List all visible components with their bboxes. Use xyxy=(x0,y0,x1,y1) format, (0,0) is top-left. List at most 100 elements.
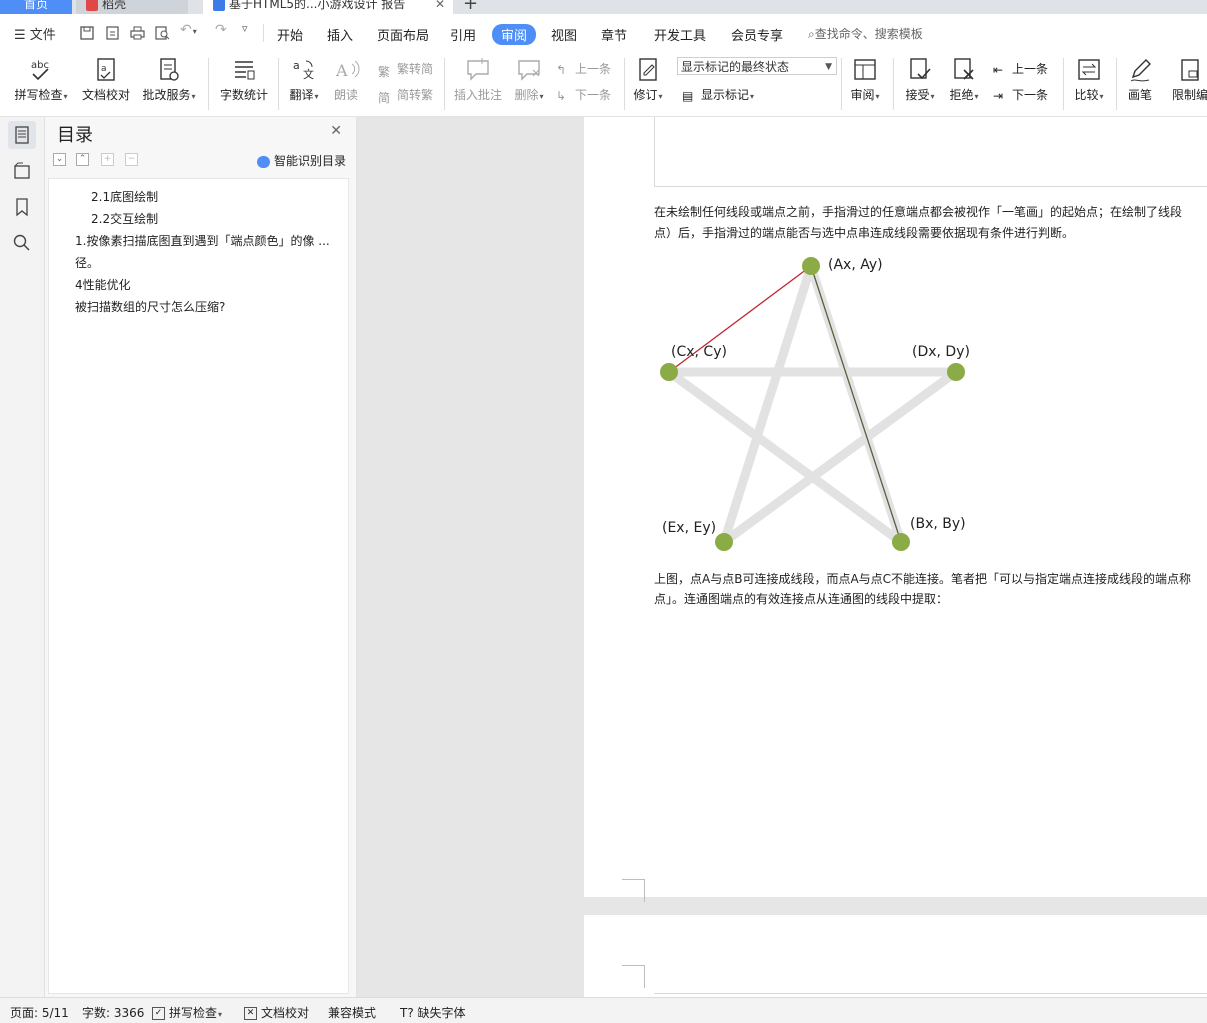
next-change-button[interactable]: ⇥ 下一条 xyxy=(993,86,1048,103)
status-bar: 页面: 5/11 字数: 3366 ✓ 拼写检查▾ ✕ 文档校对 兼容模式 T? 缺… xyxy=(0,997,1207,1023)
file-menu-button[interactable]: ☰ 文件 xyxy=(14,24,56,43)
translate-button[interactable]: a文 翻译▾ xyxy=(284,52,324,103)
word-count-label: 字数统计 xyxy=(219,88,268,102)
customize-quick-access-icon[interactable]: ▿ xyxy=(242,22,248,35)
hamburger-icon: ☰ xyxy=(14,28,26,43)
missing-font-indicator[interactable]: T? 缺失字体 xyxy=(400,1004,466,1021)
review-pane-icon xyxy=(854,59,876,80)
paragraph-line: 点）后，手指滑过的端点能否与选中点串连成线段需要依据现有条件进行判断。 xyxy=(654,226,1075,240)
spell-check-status-icon: ✓ xyxy=(152,1007,165,1020)
redo-icon[interactable]: ↷ xyxy=(215,22,227,38)
word-count-indicator[interactable]: 字数: 3366 xyxy=(82,1004,144,1021)
pen-label: 画笔 xyxy=(1127,88,1152,102)
smart-toc-button[interactable]: 智能识别目录 xyxy=(256,152,346,169)
status-proofread-label: 文档校对 xyxy=(261,1006,310,1020)
tab-insert[interactable]: 插入 xyxy=(327,25,353,44)
toc-item[interactable]: 1.按像素扫描底图直到遇到「端点颜色」的像 ... xyxy=(75,232,330,249)
status-spell-check[interactable]: ✓ 拼写检查▾ xyxy=(152,1004,222,1021)
file-menu-label: 文件 xyxy=(29,28,56,43)
tab-member[interactable]: 会员专享 xyxy=(731,25,783,44)
read-aloud-button[interactable]: A 朗读 xyxy=(328,52,364,103)
ribbon-divider xyxy=(208,58,209,110)
page-indicator[interactable]: 页面: 5/11 xyxy=(10,1004,69,1021)
previous-figure-frame xyxy=(654,117,1207,187)
add-level-icon[interactable]: + xyxy=(101,153,114,166)
review-pane-button[interactable]: 审阅▾ xyxy=(847,52,883,103)
export-pdf-icon[interactable] xyxy=(105,26,120,40)
review-service-button[interactable]: 批改服务▾ xyxy=(139,52,199,103)
trad-simp-icon: 繁 xyxy=(378,64,391,79)
new-tab-button[interactable]: + xyxy=(463,0,478,14)
markup-state-select[interactable]: 显示标记的最终状态 ▼ xyxy=(677,57,837,75)
tab-home[interactable]: 首页 xyxy=(0,0,72,14)
pen-button[interactable]: 画笔 xyxy=(1123,52,1157,103)
close-tab-icon[interactable]: ✕ xyxy=(435,0,445,14)
restrict-editing-button[interactable]: 限制编 xyxy=(1170,52,1207,103)
previous-comment-icon: ↰ xyxy=(556,62,567,77)
bookmark-icon[interactable] xyxy=(12,197,32,217)
tab-document[interactable]: 基于HTML5的...小游戏设计 报告 ✕ xyxy=(203,0,453,14)
command-search[interactable]: ⌕查找命令、搜索模板 xyxy=(808,25,923,42)
toc-item[interactable]: 2.1底图绘制 xyxy=(91,188,158,205)
show-markup-button[interactable]: ▤ 显示标记▾ xyxy=(682,86,754,103)
tab-developer[interactable]: 开发工具 xyxy=(654,25,706,44)
daoke-icon xyxy=(86,0,98,11)
trad-to-simp-button[interactable]: 繁繁转简 xyxy=(378,60,433,79)
compatibility-mode[interactable]: 兼容模式 xyxy=(328,1004,376,1021)
tab-chapter[interactable]: 章节 xyxy=(601,25,627,44)
compare-button[interactable]: 比较▾ xyxy=(1070,52,1108,103)
save-icon[interactable] xyxy=(80,26,94,40)
tab-start[interactable]: 开始 xyxy=(277,25,303,44)
toc-item[interactable]: 2.2交互绘制 xyxy=(91,210,158,227)
proofread-icon: a xyxy=(97,58,115,81)
accept-icon xyxy=(910,58,931,80)
remove-level-icon[interactable]: − xyxy=(125,153,138,166)
toc-icon[interactable] xyxy=(8,121,36,149)
restrict-editing-label: 限制编 xyxy=(1171,88,1207,102)
toc-item[interactable]: 被扫描数组的尺寸怎么压缩? xyxy=(75,298,225,315)
previous-comment-button[interactable]: ↰ 上一条 xyxy=(556,60,611,77)
undo-icon[interactable]: ↶▾ xyxy=(180,22,197,38)
tab-review[interactable]: 审阅 xyxy=(492,24,537,45)
insert-comment-button[interactable]: 插入批注 xyxy=(452,52,504,103)
document-page[interactable] xyxy=(584,915,1207,997)
diagram-arrow-line xyxy=(810,265,902,543)
chevron-down-icon: ▼ xyxy=(825,62,832,72)
review-pane-label: 审阅 xyxy=(850,88,875,102)
smart-robot-icon xyxy=(256,155,270,168)
document-proofread-button[interactable]: a 文档校对 xyxy=(78,52,134,103)
word-count-button[interactable]: 字数统计 xyxy=(216,52,272,103)
tab-document-label: 基于HTML5的...小游戏设计 报告 xyxy=(229,0,406,11)
close-icon[interactable]: ✕ xyxy=(330,123,342,139)
tab-references[interactable]: 引用 xyxy=(450,25,476,44)
tab-daoke[interactable]: 稻壳 xyxy=(76,0,188,14)
tab-view[interactable]: 视图 xyxy=(551,25,577,44)
track-changes-button[interactable]: 修订▾ xyxy=(630,52,666,103)
document-canvas[interactable]: 在未绘制任何线段或端点之前，手指滑过的任意端点都会被视作「一笔画」的起始点；在绘… xyxy=(357,117,1207,997)
chapter-nav-icon[interactable] xyxy=(12,161,32,181)
search-icon[interactable] xyxy=(12,233,32,253)
spell-check-button[interactable]: abc 拼写检查▾ xyxy=(10,52,72,103)
ribbon-divider xyxy=(1116,58,1117,110)
expand-down-icon[interactable]: ⌄ xyxy=(53,153,66,166)
collapse-up-icon[interactable]: ⌃ xyxy=(76,153,89,166)
accept-change-button[interactable]: 接受▾ xyxy=(901,52,939,103)
diagram-point xyxy=(892,533,910,551)
next-comment-button[interactable]: ↳ 下一条 xyxy=(556,86,611,103)
simp-to-trad-button[interactable]: 简简转繁 xyxy=(378,86,433,105)
status-proofread[interactable]: ✕ 文档校对 xyxy=(244,1004,309,1021)
previous-comment-label: 上一条 xyxy=(575,62,612,76)
print-preview-icon[interactable] xyxy=(155,26,170,40)
tab-page-layout[interactable]: 页面布局 xyxy=(377,25,429,44)
paragraph-line: 点」。连通图端点的有效连接点从连通图的线段中提取： xyxy=(654,592,949,606)
delete-comment-button[interactable]: 删除▾ xyxy=(510,52,548,103)
print-icon[interactable] xyxy=(130,26,145,40)
window-tab-strip: 首页 稻壳 基于HTML5的...小游戏设计 报告 ✕ + xyxy=(0,0,1207,14)
insert-comment-label: 插入批注 xyxy=(453,88,502,102)
document-page[interactable]: 在未绘制任何线段或端点之前，手指滑过的任意端点都会被视作「一笔画」的起始点；在绘… xyxy=(584,117,1207,902)
delete-comment-label: 删除 xyxy=(514,88,539,102)
reject-change-button[interactable]: 拒绝▾ xyxy=(945,52,983,103)
toc-item[interactable]: 径。 xyxy=(75,254,99,271)
previous-change-button[interactable]: ⇤ 上一条 xyxy=(993,60,1048,77)
toc-item[interactable]: 4性能优化 xyxy=(75,276,131,293)
